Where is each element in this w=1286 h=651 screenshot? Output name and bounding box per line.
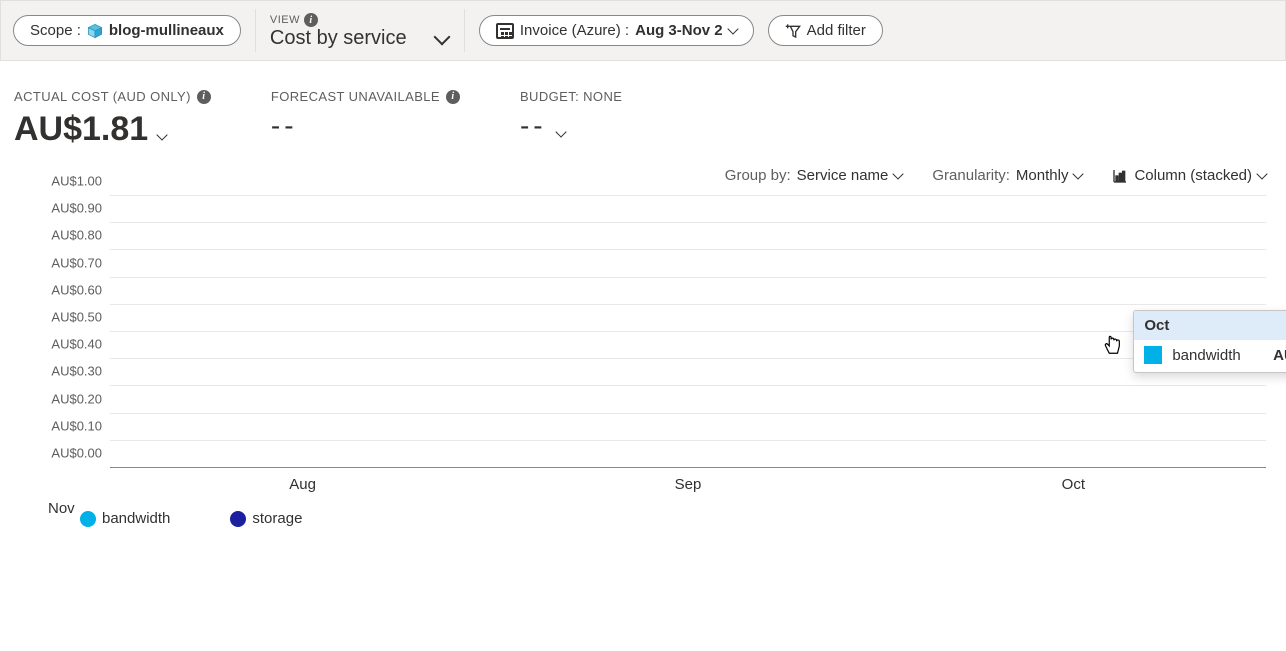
grid-line (110, 358, 1266, 359)
tooltip-value: AU$0.69 (1273, 347, 1286, 364)
chevron-down-icon (893, 168, 904, 179)
y-tick-label: AU$0.30 (51, 364, 102, 379)
y-tick-label: AU$0.70 (51, 255, 102, 270)
forecast-label: FORECAST UNAVAILABLE (271, 89, 440, 104)
y-tick-label: AU$0.20 (51, 391, 102, 406)
tooltip-series: bandwidth (1172, 347, 1240, 364)
legend-label-storage: storage (252, 510, 302, 527)
y-tick-label: AU$0.50 (51, 310, 102, 325)
resource-group-icon (87, 23, 103, 39)
budget-value: -- (520, 110, 547, 142)
granularity-label: Granularity: (932, 167, 1010, 184)
chevron-down-icon (1073, 168, 1084, 179)
extra-month-label: Nov (48, 500, 75, 517)
grid-line (110, 249, 1266, 250)
add-filter-label: Add filter (807, 22, 866, 39)
actual-cost-block: ACTUAL COST (AUD ONLY) i AU$1.81 (14, 89, 211, 149)
chevron-down-icon[interactable] (157, 129, 168, 140)
chart-legend: bandwidth storage (30, 496, 1266, 527)
add-filter-button[interactable]: Add filter (768, 15, 883, 46)
grid-line (110, 385, 1266, 386)
tooltip-title: Oct (1134, 311, 1286, 340)
chevron-down-icon (727, 23, 738, 34)
chart-area: AU$0.00 AU$0.10 AU$0.20 AU$0.30 AU$0.40 AU$0.… (0, 196, 1286, 547)
chevron-down-icon[interactable] (555, 126, 566, 137)
view-selector[interactable]: VIEW i Cost by service (255, 9, 465, 52)
daterange-value: Aug 3-Nov 2 (635, 22, 723, 39)
grid-line (110, 222, 1266, 223)
chart-type-value: Column (stacked) (1134, 167, 1252, 184)
grid-line (110, 277, 1266, 278)
legend-item-bandwidth[interactable]: bandwidth (80, 510, 170, 527)
info-icon[interactable]: i (446, 90, 460, 104)
budget-block: BUDGET: NONE -- (520, 89, 622, 142)
groupby-label: Group by: (725, 167, 791, 184)
forecast-block: FORECAST UNAVAILABLE i -- (271, 89, 460, 142)
calendar-icon (496, 23, 514, 39)
legend-swatch-storage (230, 511, 246, 527)
x-tick-label: Oct (1062, 476, 1085, 493)
tooltip-swatch (1144, 346, 1162, 364)
toolbar: Scope : blog-mullineaux VIEW i Cost by s… (0, 0, 1286, 61)
granularity-value: Monthly (1016, 167, 1069, 184)
view-value: Cost by service (270, 27, 407, 50)
granularity-dropdown[interactable]: Granularity: Monthly (932, 167, 1082, 184)
legend-swatch-bandwidth (80, 511, 96, 527)
y-tick-label: AU$0.00 (51, 446, 102, 461)
chevron-down-icon (1256, 168, 1267, 179)
view-label: VIEW (270, 14, 300, 26)
legend-label-bandwidth: bandwidth (102, 510, 170, 527)
grid-line (110, 195, 1266, 196)
scope-value: blog-mullineaux (109, 22, 224, 39)
x-tick-label: Sep (675, 476, 702, 493)
x-tick-label: Aug (289, 476, 316, 493)
y-tick-label: AU$0.90 (51, 201, 102, 216)
info-icon[interactable]: i (197, 90, 211, 104)
scope-label: Scope : (30, 22, 81, 39)
y-tick-label: AU$0.80 (51, 228, 102, 243)
actual-cost-value: AU$1.81 (14, 110, 148, 149)
grid-line (110, 467, 1266, 468)
daterange-picker[interactable]: Invoice (Azure) : Aug 3-Nov 2 (479, 15, 754, 46)
budget-label: BUDGET: NONE (520, 89, 622, 104)
scope-picker[interactable]: Scope : blog-mullineaux (13, 15, 241, 46)
legend-item-storage[interactable]: storage (230, 510, 302, 527)
chart-tooltip: Oct bandwidth AU$0.69 (1133, 310, 1286, 373)
grid-line (110, 413, 1266, 414)
cost-chart[interactable]: AU$0.00AU$0.10AU$0.20AU$0.30AU$0.40AU$0.… (110, 196, 1266, 496)
column-chart-icon (1112, 168, 1128, 184)
info-icon: i (304, 13, 318, 27)
daterange-prefix: Invoice (Azure) : (520, 22, 629, 39)
y-tick-label: AU$0.40 (51, 337, 102, 352)
grid-line (110, 304, 1266, 305)
summary-row: ACTUAL COST (AUD ONLY) i AU$1.81 FORECAS… (0, 61, 1286, 149)
y-tick-label: AU$0.60 (51, 282, 102, 297)
y-tick-label: AU$0.10 (51, 418, 102, 433)
groupby-dropdown[interactable]: Group by: Service name (725, 167, 903, 184)
add-filter-icon (785, 23, 801, 39)
groupby-value: Service name (797, 167, 889, 184)
grid-line (110, 440, 1266, 441)
grid-line (110, 331, 1266, 332)
chevron-down-icon (433, 28, 450, 45)
cursor-hand-icon (1101, 332, 1123, 358)
actual-cost-label: ACTUAL COST (AUD ONLY) (14, 89, 191, 104)
chart-controls: Group by: Service name Granularity: Mont… (0, 149, 1286, 196)
y-tick-label: AU$1.00 (51, 174, 102, 189)
forecast-value: -- (271, 110, 298, 142)
chart-type-dropdown[interactable]: Column (stacked) (1112, 167, 1266, 184)
